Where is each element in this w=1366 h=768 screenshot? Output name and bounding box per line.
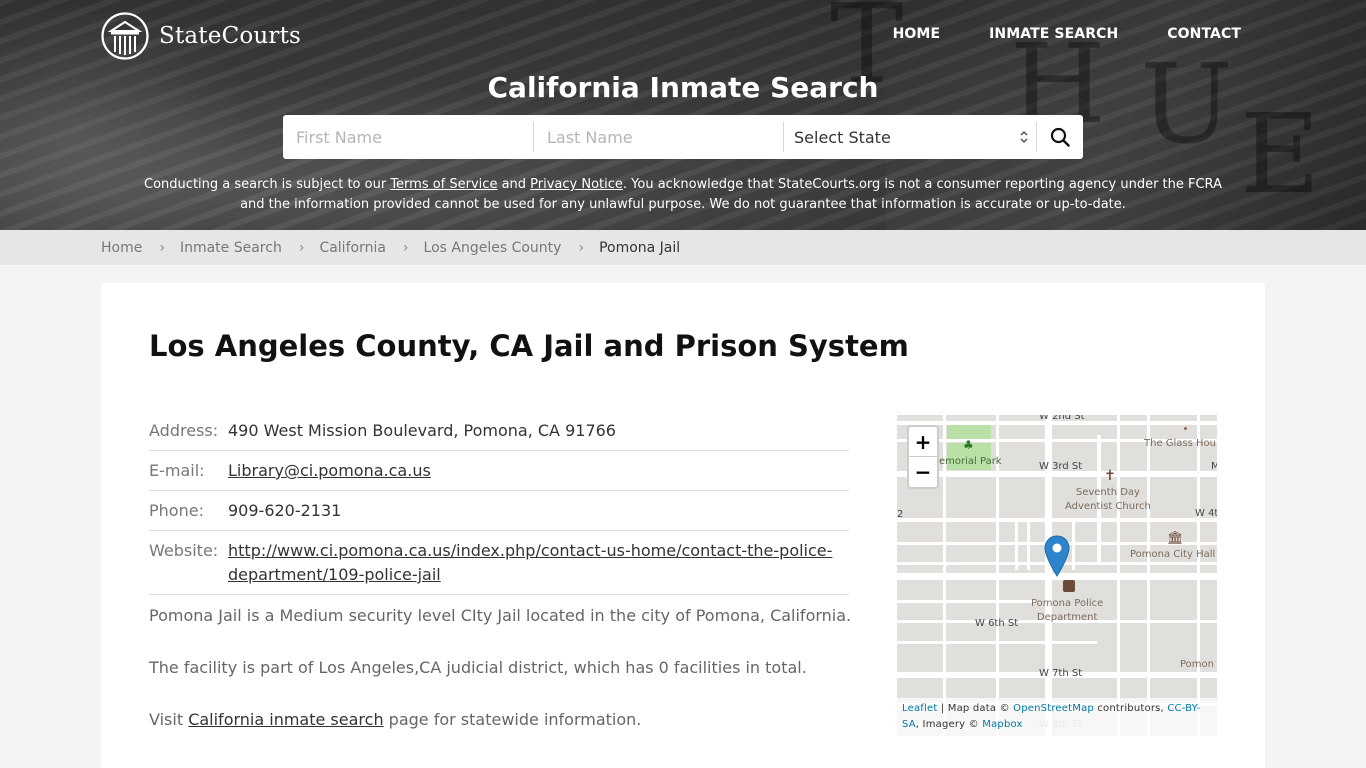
info-row-email: E-mail: Library@ci.pomona.ca.us	[149, 451, 849, 491]
breadcrumb-current: Pomona Jail	[599, 239, 681, 256]
statewide-text: page for statewide information.	[383, 710, 642, 729]
map-label-w6th: W 6th St	[975, 618, 1019, 629]
state-select[interactable]: Select State	[784, 122, 1037, 152]
privacy-notice-link[interactable]: Privacy Notice	[530, 177, 623, 192]
map-label-police: Pomona Police Department	[1031, 597, 1103, 625]
breadcrumb-california[interactable]: California	[319, 240, 385, 256]
map-zoom-control: + −	[907, 425, 939, 489]
breadcrumb: Home › Inmate Search › California › Los …	[0, 230, 1366, 265]
map-label-edge: 2	[897, 509, 904, 520]
map-road	[1072, 520, 1075, 570]
last-name-placeholder: Last Name	[547, 127, 633, 147]
logo-text: StateCourts	[159, 23, 302, 49]
map-road	[1027, 520, 1030, 570]
attribution-text: , Imagery ©	[915, 719, 983, 730]
last-name-input[interactable]: Last Name	[534, 122, 784, 152]
leaflet-link[interactable]: Leaflet	[902, 703, 937, 714]
search-icon	[1050, 127, 1070, 147]
police-label-line: Department	[1036, 612, 1098, 623]
mapbox-link[interactable]: Mapbox	[982, 719, 1022, 730]
search-button[interactable]	[1037, 115, 1083, 159]
map-marker-icon[interactable]	[1044, 535, 1070, 577]
phone-label: Phone:	[149, 501, 204, 520]
district-info: The facility is part of Los Angeles,CA j…	[149, 658, 807, 677]
map-label-church: Seventh Day Adventist Church	[1065, 486, 1151, 514]
address-value: 490 West Mission Boulevard, Pomona, CA 9…	[228, 421, 616, 440]
disclaimer-text: Conducting a search is subject to our	[144, 177, 391, 192]
zoom-out-button[interactable]: −	[909, 457, 937, 487]
courthouse-icon	[101, 12, 149, 60]
nav-inmate-search[interactable]: INMATE SEARCH	[989, 26, 1118, 42]
site-logo[interactable]: StateCourts	[101, 12, 301, 60]
statewide-text: Visit	[149, 710, 189, 729]
zoom-in-button[interactable]: +	[909, 427, 937, 457]
map-label-w2nd: W 2nd St	[1039, 415, 1085, 422]
breadcrumb-inmate-search[interactable]: Inmate Search	[180, 240, 282, 256]
map-road	[1015, 520, 1018, 570]
map-label-w7th: W 7th St	[1039, 668, 1083, 679]
map-road	[1197, 415, 1200, 736]
info-row-website: Website: http://www.ci.pomona.ca.us/inde…	[149, 531, 849, 595]
website-link[interactable]: http://www.ci.pomona.ca.us/index.php/con…	[228, 541, 832, 584]
map-label-city-hall: Pomona City Hall	[1130, 549, 1216, 560]
hero-title: California Inmate Search	[487, 71, 879, 104]
map-road	[897, 600, 1037, 603]
search-disclaimer: Conducting a search is subject to our Te…	[130, 175, 1236, 215]
openstreetmap-link[interactable]: OpenStreetMap	[1013, 703, 1094, 714]
map-road	[1147, 415, 1150, 736]
california-inmate-search-link[interactable]: California inmate search	[188, 710, 383, 729]
facility-info-table: Address: 490 West Mission Boulevard, Pom…	[149, 414, 849, 595]
info-row-address: Address: 490 West Mission Boulevard, Pom…	[149, 414, 849, 451]
chevron-right-icon: ›	[402, 239, 409, 256]
phone-value: 909-620-2131	[228, 501, 342, 520]
map-label-w3rd: W 3rd St	[1039, 461, 1083, 472]
background-letter: E	[1240, 90, 1321, 218]
first-name-placeholder: First Name	[296, 127, 382, 147]
chevron-right-icon: ›	[298, 239, 305, 256]
search-form: First Name Last Name Select State	[283, 115, 1083, 159]
email-label: E-mail:	[149, 461, 205, 480]
police-label-line: Pomona Police	[1031, 598, 1104, 609]
facility-description: Pomona Jail is a Medium security level C…	[149, 606, 852, 625]
terms-of-service-link[interactable]: Terms of Service	[390, 177, 497, 192]
background-letter: U	[1140, 40, 1233, 168]
main-nav: HOME INMATE SEARCH CONTACT	[844, 26, 1241, 42]
attribution-text: | Map data ©	[937, 703, 1014, 714]
nav-contact[interactable]: CONTACT	[1167, 26, 1241, 42]
select-arrows-icon	[1020, 130, 1028, 144]
police-icon	[1063, 580, 1075, 592]
poi-dot-icon	[1184, 427, 1187, 430]
breadcrumb-home[interactable]: Home	[101, 240, 142, 256]
attribution-text: contributors,	[1093, 703, 1168, 714]
state-select-value: Select State	[794, 127, 891, 147]
chevron-right-icon: ›	[578, 239, 585, 256]
map-park	[947, 425, 991, 439]
page-title: Los Angeles County, CA Jail and Prison S…	[149, 329, 909, 363]
church-label-line: Seventh Day	[1075, 487, 1140, 498]
map-road	[1117, 415, 1120, 736]
map-attribution: Leaflet | Map data © OpenStreetMap contr…	[897, 698, 1217, 736]
info-row-phone: Phone: 909-620-2131	[149, 491, 849, 531]
statewide-info: Visit California inmate search page for …	[149, 710, 869, 729]
map-label-pomona: Pomon	[1180, 659, 1214, 670]
first-name-input[interactable]: First Name	[283, 122, 534, 152]
map-label-edge: M	[1211, 461, 1217, 472]
website-label: Website:	[149, 541, 219, 560]
church-icon: ✝	[1104, 468, 1116, 484]
content-card: Los Angeles County, CA Jail and Prison S…	[101, 283, 1265, 768]
email-link[interactable]: Library@ci.pomona.ca.us	[228, 461, 431, 480]
disclaimer-text: and	[497, 177, 531, 192]
map-label-glass-house: The Glass Hou	[1144, 438, 1217, 449]
address-label: Address:	[149, 421, 219, 440]
map-label-park: emorial Park	[939, 456, 1002, 467]
nav-home[interactable]: HOME	[893, 26, 941, 42]
location-map[interactable]: W 2nd St W 3rd St W 4t W 6th St W 7th St…	[897, 415, 1217, 736]
church-label-line: Adventist Church	[1065, 501, 1151, 512]
city-hall-icon: 🏛	[1167, 531, 1184, 546]
chevron-right-icon: ›	[159, 239, 165, 256]
breadcrumb-los-angeles-county[interactable]: Los Angeles County	[424, 240, 562, 256]
tree-icon: ♣	[963, 438, 974, 452]
map-label-w4th: W 4t	[1195, 508, 1217, 519]
hero-banner: T H U E StateCourts HOME INMATE SEARCH C…	[0, 0, 1366, 230]
